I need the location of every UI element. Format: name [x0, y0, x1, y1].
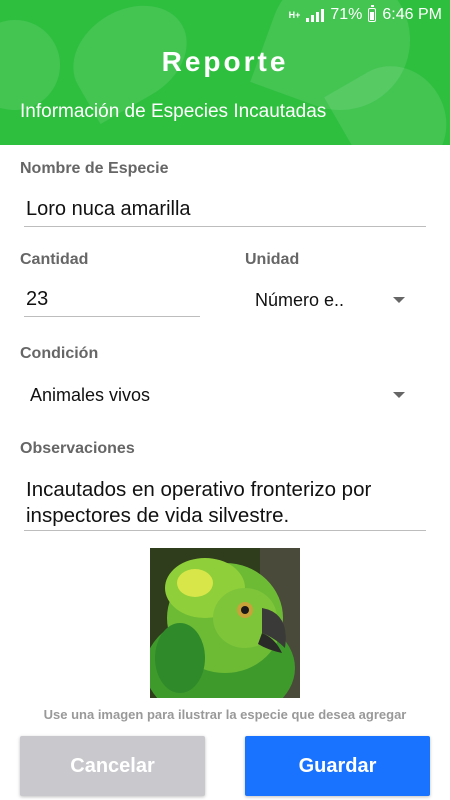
unit-dropdown-icon — [393, 297, 405, 303]
observations-line-1: Incautados en operativo fronterizo por — [26, 478, 372, 501]
quantity-input[interactable]: 23 — [26, 288, 48, 311]
cancel-button[interactable]: Cancelar — [20, 736, 205, 796]
condition-label: Condición — [20, 345, 99, 362]
unit-label: Unidad — [245, 251, 300, 268]
signal-icon — [306, 8, 325, 22]
observations-label: Observaciones — [20, 440, 135, 457]
page-title: Reporte — [161, 46, 289, 77]
condition-select[interactable]: Animales vivos — [20, 377, 415, 413]
species-input-underline — [24, 226, 426, 227]
unit-select-value: Número e.. — [255, 290, 345, 310]
quantity-input-underline — [24, 316, 200, 317]
battery-icon — [368, 5, 377, 22]
save-button[interactable]: Guardar — [245, 736, 430, 796]
status-bar: H+ 71% 6:46 PM — [0, 0, 450, 32]
species-input[interactable]: Loro nuca amarilla — [26, 198, 191, 221]
observations-textarea[interactable]: Incautados en operativo fronterizo por i… — [24, 476, 426, 532]
page-subtitle: Información de Especies Incautadas — [20, 101, 327, 122]
unit-select[interactable]: Número e.. — [245, 282, 415, 318]
network-type-icon: H+ — [288, 10, 301, 20]
observations-line-2: inspectores de vida silvestre. — [26, 504, 290, 527]
quantity-label: Cantidad — [20, 251, 89, 268]
condition-dropdown-icon — [393, 392, 405, 398]
condition-select-value: Animales vivos — [30, 385, 151, 405]
app-header: H+ 71% 6:46 PM Reporte Información de Es… — [0, 0, 450, 145]
parrot-illustration — [150, 548, 300, 698]
species-image[interactable] — [150, 548, 300, 698]
image-hint: Use una imagen para ilustrar la especie … — [43, 707, 407, 722]
observations-underline — [24, 530, 426, 531]
battery-percent: 71% — [330, 6, 363, 23]
species-label: Nombre de Especie — [20, 160, 169, 177]
clock: 6:46 PM — [382, 6, 442, 23]
